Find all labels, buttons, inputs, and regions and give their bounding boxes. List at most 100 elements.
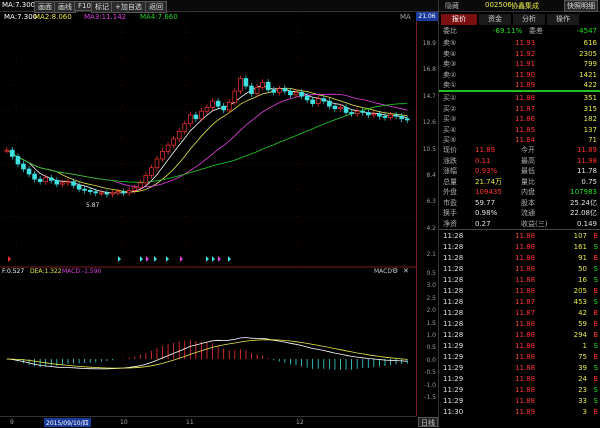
quote-value: 11.98 xyxy=(576,156,597,165)
tab-analysis[interactable]: 分析 xyxy=(513,14,545,25)
macd-axis-tick: 2.0 xyxy=(426,307,436,315)
candle-body xyxy=(321,98,327,102)
date-tick: 11 xyxy=(186,419,194,426)
date-tick: 10 xyxy=(120,419,128,426)
candle-body xyxy=(260,81,265,88)
candle-body xyxy=(360,110,366,113)
ask-price: 11.93 xyxy=(515,39,536,47)
tick-direction: S xyxy=(593,298,598,306)
close-icon[interactable]: ✕ xyxy=(403,267,409,275)
signal-marker xyxy=(166,256,169,262)
tick-price: 11.88 xyxy=(515,353,536,361)
quote-label: 收益(三) xyxy=(521,219,548,228)
quote-label: 流通 xyxy=(521,209,535,217)
bid-label: 买① xyxy=(443,94,457,102)
ask-volume: 2305 xyxy=(579,49,597,58)
quote-label: 换手 xyxy=(443,209,457,217)
bid-price: 11.88 xyxy=(515,94,536,102)
hide-button[interactable]: 隐藏 xyxy=(445,1,459,11)
price-axis-tick: 18.9 xyxy=(422,40,436,47)
tick-volume: 50 xyxy=(578,265,587,273)
candle-body xyxy=(137,182,143,189)
candle-body xyxy=(377,113,382,117)
tick-direction: B xyxy=(593,320,598,328)
quote-value: 11.89 xyxy=(475,146,496,154)
candle-body xyxy=(48,177,54,181)
quote-label: 现价 xyxy=(443,146,457,154)
quote-label: 涨幅 xyxy=(443,167,457,175)
candle-body xyxy=(332,105,338,110)
stock-code: 002506 xyxy=(485,1,512,9)
candle-body xyxy=(226,102,232,111)
period-tab-daily[interactable]: 日线 xyxy=(418,417,438,427)
macd-axis-tick: 2.5 xyxy=(426,294,436,302)
tick-time: 11:28 xyxy=(443,320,464,328)
quote-row: 净资 0.27 收益(三) 0.149 xyxy=(439,219,600,230)
candle-body xyxy=(349,112,354,115)
bid-label: 买② xyxy=(443,104,457,113)
quote-value: 11.78 xyxy=(576,167,597,175)
settings-icon[interactable]: ⚙ xyxy=(392,267,398,275)
tick-volume: 3 xyxy=(582,408,587,416)
tab-operation[interactable]: 操作 xyxy=(547,14,579,25)
macd-indicator-name: MACD xyxy=(374,268,392,275)
tick-row: 11:29 11.88 75 B xyxy=(439,352,600,363)
tick-volume: 75 xyxy=(578,353,587,361)
candle-body xyxy=(343,107,349,113)
tab-funds[interactable]: 资金 xyxy=(479,14,511,25)
tick-time: 11:28 xyxy=(443,243,464,251)
candle-body xyxy=(171,138,176,146)
quote-label: 外盘 xyxy=(443,188,457,196)
tick-direction: B xyxy=(593,254,598,262)
candle-body xyxy=(404,118,410,121)
tick-row: 11:28 11.87 42 B xyxy=(439,308,600,319)
ticks-divider xyxy=(439,229,600,230)
bid-label: 买③ xyxy=(443,115,457,123)
bid-volume: 137 xyxy=(583,125,597,134)
ma-value: MA:7.300 xyxy=(2,1,36,9)
quote-value: 11.89 xyxy=(576,146,597,154)
macd-axis-tick: 0.5 xyxy=(426,344,436,352)
stock-name: 协鑫集成 xyxy=(511,2,539,10)
bid-price: 11.86 xyxy=(515,115,536,123)
candle-body xyxy=(176,130,182,140)
quote-value: 0.93% xyxy=(475,167,498,175)
ask-volume: 616 xyxy=(583,39,597,47)
candle-body xyxy=(60,182,65,185)
bid-price: 11.85 xyxy=(515,125,536,134)
quote-label: 最低 xyxy=(521,167,535,175)
ask-row: 卖⑤ 11.93 616 xyxy=(439,38,600,49)
tick-price: 11.88 xyxy=(515,331,536,339)
tab-quote[interactable]: 报价 xyxy=(441,14,477,25)
low-price-label: 5.87 xyxy=(86,202,100,209)
tick-price: 11.88 xyxy=(515,386,536,394)
tick-direction: S xyxy=(593,397,598,405)
quote-value: 0.11 xyxy=(475,156,491,165)
ask-label: 卖③ xyxy=(443,60,457,68)
tick-time: 11:29 xyxy=(443,375,464,383)
candle-body xyxy=(221,105,226,111)
tick-time: 11:29 xyxy=(443,353,464,361)
weicha-value: -4547 xyxy=(576,27,597,35)
candle-body xyxy=(32,173,37,180)
tick-row: 11:28 11.88 91 B xyxy=(439,253,600,264)
quote-row: 现价 11.89 今开 11.89 xyxy=(439,145,600,156)
candle-body xyxy=(304,95,310,101)
snapshot-button[interactable]: 快照明细 xyxy=(564,0,598,12)
tick-direction: S xyxy=(593,243,598,251)
candle-body xyxy=(126,190,132,194)
candle-body xyxy=(265,81,271,91)
candle-body xyxy=(399,115,404,120)
candle-body xyxy=(154,158,160,169)
candle-body xyxy=(21,163,26,170)
tick-price: 11.88 xyxy=(515,375,536,383)
macd-axis-tick: 0.0 xyxy=(426,356,436,364)
quote-value: 0.98% xyxy=(475,209,498,217)
signal-marker xyxy=(228,256,231,262)
bid-row: 买③ 11.86 182 xyxy=(439,114,600,125)
kline-chart[interactable] xyxy=(0,12,416,428)
tick-price: 11.88 xyxy=(515,364,536,372)
tick-row: 11:28 11.88 294 B xyxy=(439,330,600,341)
tick-row: 11:30 11.89 3 B xyxy=(439,407,600,418)
candle-body xyxy=(277,88,282,93)
